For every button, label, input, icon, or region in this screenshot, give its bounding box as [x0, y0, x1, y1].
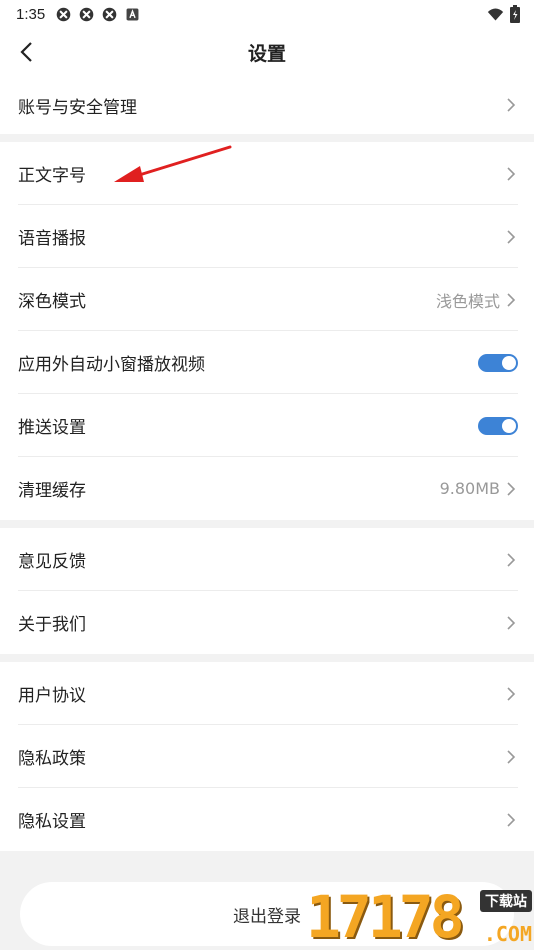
- chevron-right-icon: [507, 166, 516, 181]
- app-bar: 设置: [0, 28, 534, 76]
- settings-row-label: 清理缓存: [18, 481, 86, 501]
- toggle-switch[interactable]: [478, 416, 518, 435]
- app-notification-icon: [79, 7, 94, 21]
- settings-row-label: 关于我们: [18, 615, 86, 635]
- settings-row-label: 应用外自动小窗播放视频: [18, 355, 205, 375]
- settings-group: 正文字号语音播报深色模式 浅色模式应用外自动小窗播放视频 推送设置清理缓存 9.80M…: [0, 142, 534, 520]
- chevron-right-icon: [507, 292, 516, 307]
- settings-row-label: 隐私设置: [18, 812, 86, 832]
- settings-row-value: 9.80MB: [439, 479, 500, 498]
- settings-row[interactable]: 隐私设置: [0, 788, 534, 851]
- settings-row[interactable]: 深色模式 浅色模式: [0, 268, 534, 331]
- app-notification-icon: [102, 7, 117, 21]
- settings-row-label: 正文字号: [18, 166, 86, 186]
- battery-charging-icon: [510, 5, 520, 23]
- group-divider: [0, 654, 534, 662]
- logout-button[interactable]: 退出登录: [20, 882, 514, 946]
- chevron-right-icon: [507, 812, 516, 827]
- settings-row-label: 语音播报: [18, 229, 86, 249]
- settings-row-trailing: [504, 749, 518, 765]
- back-arrow-icon: [20, 42, 32, 62]
- settings-row-trailing: [504, 615, 518, 631]
- chevron-right-icon: [507, 749, 516, 764]
- settings-row[interactable]: 正文字号: [0, 142, 534, 205]
- settings-group: 用户协议隐私政策隐私设置: [0, 662, 534, 851]
- settings-row-label: 意见反馈: [18, 552, 86, 572]
- group-divider: [0, 134, 534, 142]
- toggle-knob: [502, 418, 516, 433]
- toggle-knob: [502, 355, 516, 370]
- chevron-right-icon: [507, 481, 516, 496]
- page-title: 设置: [247, 42, 286, 65]
- settings-row-trailing: [504, 686, 518, 702]
- settings-row-trailing: [504, 166, 518, 182]
- settings-group: 意见反馈 关于我们: [0, 528, 534, 654]
- chevron-right-icon: [507, 552, 516, 567]
- chevron-right-icon: [507, 615, 516, 630]
- settings-row[interactable]: 意见反馈: [0, 528, 534, 591]
- bottom-area: 退出登录: [0, 856, 534, 950]
- settings-row-trailing: [504, 812, 518, 828]
- settings-row[interactable]: 用户协议: [0, 662, 534, 725]
- settings-row[interactable]: 应用外自动小窗播放视频: [0, 331, 534, 394]
- chevron-right-icon: [507, 98, 516, 112]
- settings-row[interactable]: 语音播报: [0, 205, 534, 268]
- settings-row-trailing: [504, 552, 518, 568]
- wifi-icon: [487, 8, 504, 20]
- settings-row[interactable]: 关于我们: [0, 591, 534, 654]
- logout-label: 退出登录: [233, 906, 301, 927]
- android-a-icon: [126, 8, 139, 20]
- settings-row-trailing: [478, 416, 518, 435]
- settings-list: 账号与安全管理 正文字号语音播报深色模式 浅色模式应用外自动小窗播放视频 推送设置清理…: [0, 76, 534, 851]
- app-notification-icon: [56, 7, 71, 21]
- settings-row-label: 账号与安全管理: [18, 97, 137, 118]
- settings-row-trailing: 浅色模式: [436, 288, 518, 312]
- settings-row[interactable]: 推送设置: [0, 394, 534, 457]
- settings-row[interactable]: 账号与安全管理: [0, 76, 534, 134]
- chevron-right-icon: [507, 229, 516, 244]
- settings-row-label: 推送设置: [18, 418, 86, 438]
- status-time: 1:35: [16, 5, 46, 23]
- chevron-right-icon: [507, 686, 516, 701]
- settings-row-label: 隐私政策: [18, 749, 86, 769]
- toggle-switch[interactable]: [478, 353, 518, 372]
- group-divider: [0, 520, 534, 528]
- settings-row-value: 浅色模式: [435, 291, 500, 311]
- settings-row[interactable]: 清理缓存 9.80MB: [0, 457, 534, 520]
- settings-group: 账号与安全管理: [0, 76, 534, 134]
- settings-row-label: 用户协议: [18, 686, 86, 706]
- settings-row-trailing: [504, 97, 518, 113]
- back-button[interactable]: [0, 28, 52, 76]
- settings-row-label: 深色模式: [18, 292, 86, 312]
- settings-row[interactable]: 隐私政策: [0, 725, 534, 788]
- settings-row-trailing: [504, 229, 518, 245]
- status-left: 1:35: [16, 6, 141, 23]
- settings-row-trailing: 9.80MB: [440, 479, 518, 498]
- status-bar: 1:35: [0, 0, 534, 28]
- settings-row-trailing: [478, 353, 518, 372]
- status-right: [487, 5, 520, 23]
